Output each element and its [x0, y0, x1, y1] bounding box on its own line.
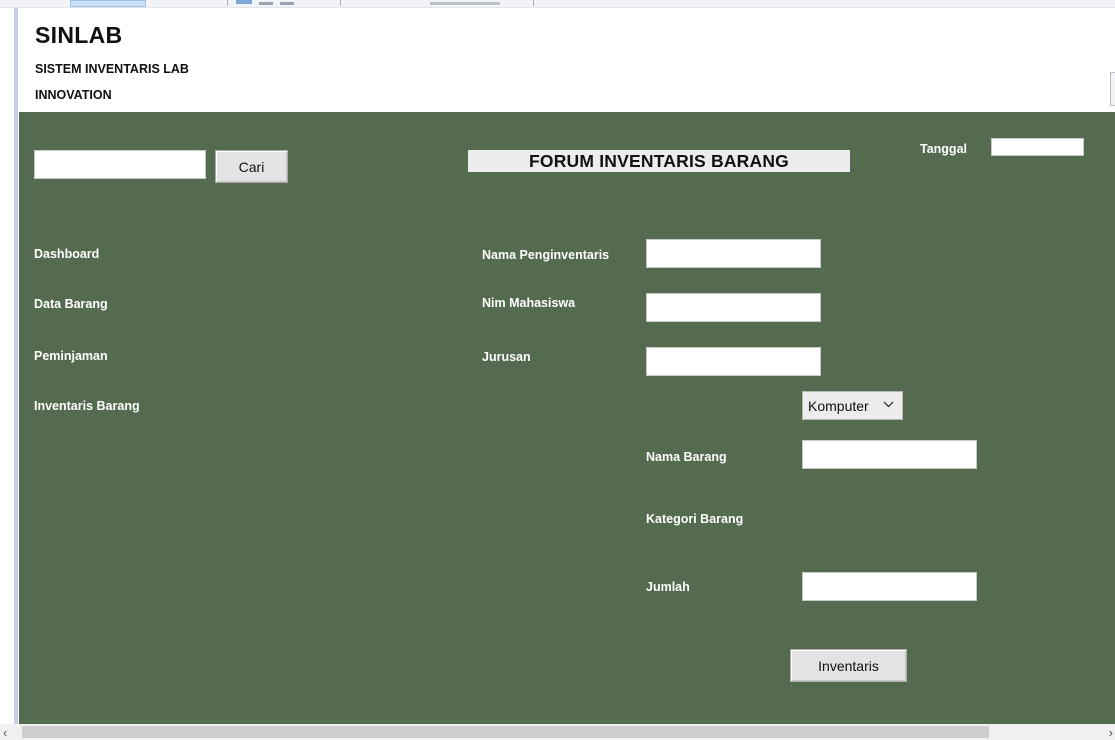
vertical-scrollbar-stub[interactable]: [1110, 72, 1115, 106]
scroll-left-arrow-icon[interactable]: ‹: [3, 725, 7, 740]
jurusan-field[interactable]: [646, 347, 821, 376]
jumlah-label: Jumlah: [646, 580, 690, 594]
scrollbar-thumb[interactable]: [22, 726, 989, 738]
toolbar-separator: [340, 0, 341, 6]
kategori-barang-label: Kategori Barang: [646, 512, 744, 526]
chevron-down-icon: [883, 401, 894, 408]
nav-item-dashboard[interactable]: Dashboard: [34, 247, 99, 261]
toolbar-button[interactable]: [280, 2, 294, 5]
app-subtitle-line1: SISTEM INVENTARIS LAB: [35, 62, 189, 76]
scroll-right-arrow-icon[interactable]: ›: [1109, 725, 1113, 740]
toolbar-button[interactable]: [259, 2, 273, 5]
toolbar-button[interactable]: [430, 2, 500, 5]
top-toolbar-strip: [0, 0, 1115, 8]
form-title: FORUM INVENTARIS BARANG: [468, 150, 850, 172]
nama-barang-field[interactable]: [802, 440, 977, 469]
window-left-border: [14, 8, 18, 724]
main-panel: Cari FORUM INVENTARIS BARANG Tanggal Das…: [19, 112, 1115, 724]
nim-mahasiswa-label: Nim Mahasiswa: [482, 296, 576, 310]
jumlah-field[interactable]: [802, 572, 977, 601]
toolbar-separator: [227, 0, 228, 6]
search-button[interactable]: Cari: [215, 150, 288, 183]
nama-penginventaris-field[interactable]: [646, 239, 821, 268]
toolbar-button[interactable]: [236, 0, 252, 4]
nav-item-inventaris-barang[interactable]: Inventaris Barang: [34, 399, 140, 413]
kategori-selected-value: Komputer: [808, 397, 869, 414]
nim-mahasiswa-field[interactable]: [646, 293, 821, 322]
nama-barang-label: Nama Barang: [646, 450, 727, 464]
jurusan-label: Jurusan: [482, 350, 531, 364]
search-input[interactable]: [34, 150, 206, 179]
app-title: SINLAB: [35, 22, 123, 48]
toolbar-separator: [533, 0, 534, 6]
app-header: SINLAB SISTEM INVENTARIS LAB INNOVATION: [19, 8, 1115, 112]
kategori-barang-select[interactable]: Komputer: [802, 391, 903, 420]
nav-item-peminjaman[interactable]: Peminjaman: [34, 349, 108, 363]
nav-item-data-barang[interactable]: Data Barang: [34, 297, 108, 311]
app-subtitle-line2: INNOVATION: [35, 88, 112, 102]
inventaris-submit-button[interactable]: Inventaris: [790, 649, 907, 682]
date-label: Tanggal: [920, 142, 967, 156]
toolbar-tab-active[interactable]: [70, 0, 146, 7]
date-field[interactable]: [991, 138, 1084, 156]
horizontal-scrollbar[interactable]: ‹ ›: [0, 724, 1115, 740]
nama-penginventaris-label: Nama Penginventaris: [482, 248, 610, 262]
